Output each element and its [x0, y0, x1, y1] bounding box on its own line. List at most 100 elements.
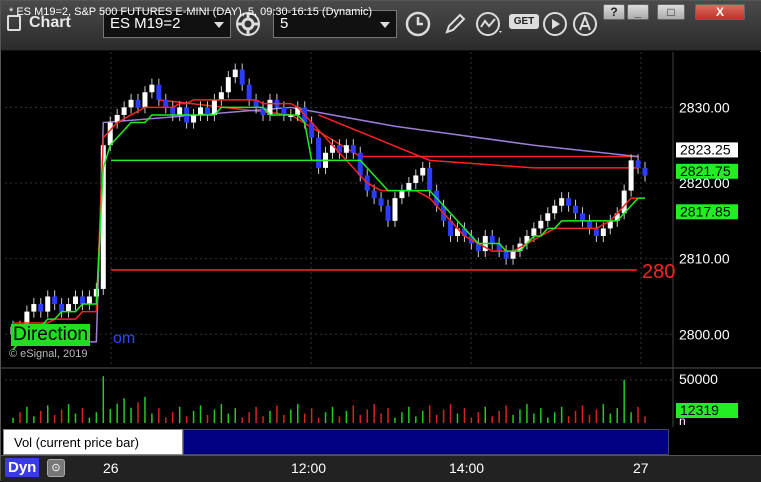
- lock-icon[interactable]: ⊙: [47, 459, 65, 477]
- svg-text:2821.75: 2821.75: [680, 163, 731, 179]
- candle-body: [399, 190, 405, 199]
- candle-body: [79, 296, 85, 305]
- dynamic-scroll-label[interactable]: Dyn: [5, 458, 40, 477]
- candle-body: [503, 251, 509, 259]
- candle-body: [593, 228, 599, 236]
- candle-body: [427, 167, 433, 191]
- candle-body: [413, 175, 419, 184]
- candle-body: [357, 152, 363, 176]
- candle-body: [343, 145, 349, 153]
- candle-body: [246, 84, 252, 100]
- candle-body: [586, 220, 592, 229]
- candle-body: [559, 198, 565, 206]
- candle-body: [392, 198, 398, 221]
- candle-body: [573, 205, 579, 214]
- price-tick-label: 2830.00: [679, 99, 730, 115]
- candle-body: [66, 304, 72, 312]
- volume-study-label[interactable]: Vol (current price bar): [3, 429, 183, 455]
- candle-body: [552, 205, 558, 214]
- candle-body: [579, 213, 585, 221]
- direction-label: Direction: [11, 324, 90, 346]
- candle-body: [371, 190, 377, 199]
- candle-body: [538, 220, 544, 229]
- candle-body: [142, 92, 148, 108]
- close-icon[interactable]: x: [171, 428, 178, 442]
- candle-body: [239, 69, 245, 85]
- volume-legend-bar: [183, 429, 669, 455]
- candle-body: [531, 228, 537, 236]
- candle-body: [642, 167, 648, 176]
- candle-body: [232, 69, 238, 78]
- candle-body: [545, 213, 551, 221]
- candle-body: [38, 304, 44, 312]
- candle-body: [45, 296, 51, 312]
- svg-text:2823.25: 2823.25: [680, 141, 731, 157]
- get-data-icon[interactable]: GET: [509, 11, 539, 37]
- svg-text:12319: 12319: [680, 402, 719, 418]
- candle-body: [628, 160, 634, 191]
- svg-text:2817.85: 2817.85: [680, 203, 731, 219]
- candle-body: [218, 92, 224, 100]
- candle-body: [281, 107, 287, 115]
- level-label: 280: [642, 261, 675, 283]
- candle-body: [191, 114, 197, 123]
- candle-body: [510, 251, 516, 259]
- time-label-26: 26: [103, 460, 119, 476]
- candle-body: [156, 84, 162, 100]
- candle-body: [149, 84, 155, 93]
- pencil-icon[interactable]: [442, 11, 468, 37]
- candle-body: [420, 167, 426, 176]
- play-icon[interactable]: [542, 11, 568, 37]
- candle-body: [198, 107, 204, 115]
- alert-icon[interactable]: [572, 11, 598, 37]
- chart-header: * ES M19=2, S&P 500 FUTURES E-MINI (DAY)…: [9, 6, 373, 18]
- price-axis-label: 2817.85: [676, 203, 738, 220]
- time-label-1400: 14:00: [449, 460, 485, 476]
- candle-body: [59, 304, 65, 312]
- chevron-down-icon: [214, 22, 224, 28]
- candle-body: [204, 107, 210, 115]
- candle-body: [378, 198, 384, 206]
- candle-body: [128, 99, 134, 108]
- price-axis-label: 2823.25: [676, 141, 738, 158]
- direction-link[interactable]: om: [113, 330, 135, 348]
- candle-body: [121, 107, 127, 115]
- candle-body: [86, 296, 92, 305]
- copyright-text: © eSignal, 2019: [9, 348, 88, 360]
- candle-body: [31, 304, 37, 312]
- candle-body: [406, 183, 412, 191]
- candle-body: [52, 296, 58, 305]
- chart-window: Chart ES M19=2 5 GET ? _ □ X 2830.00 282…: [0, 0, 761, 482]
- help-button[interactable]: ?: [603, 4, 625, 20]
- get-label: GET: [509, 14, 539, 29]
- price-tick-label: 2800.00: [679, 326, 730, 342]
- candle-body: [489, 235, 495, 244]
- candle-body: [177, 107, 183, 115]
- candle-body: [635, 160, 641, 168]
- price-chart[interactable]: 2830.002820.002810.002800.002802823.2528…: [1, 52, 761, 367]
- chevron-down-icon: [380, 22, 390, 28]
- candle-body: [350, 145, 356, 153]
- candle-body: [566, 198, 572, 206]
- candle-body: [73, 296, 79, 305]
- candle-body: [385, 205, 391, 221]
- price-axis-label: 2821.75: [676, 163, 738, 179]
- candle-body: [170, 107, 176, 115]
- volume-tick-label: 50000: [679, 371, 718, 387]
- candle-body: [107, 122, 113, 146]
- time-label-1200: 12:00: [291, 460, 327, 476]
- clock-icon[interactable]: [405, 11, 431, 37]
- study-icon[interactable]: [475, 11, 502, 37]
- candle-body: [135, 99, 141, 108]
- candle-body: [225, 77, 231, 93]
- time-label-27: 27: [633, 460, 649, 476]
- candle-body: [600, 228, 606, 236]
- maximize-button[interactable]: □: [657, 4, 685, 20]
- price-tick-label: 2810.00: [679, 251, 730, 267]
- candle-body: [163, 99, 169, 108]
- candle-body: [621, 190, 627, 214]
- candle-body: [316, 137, 322, 168]
- close-button[interactable]: X: [695, 4, 745, 20]
- volume-current-label: 12319: [676, 402, 738, 418]
- minimize-button[interactable]: _: [627, 4, 649, 20]
